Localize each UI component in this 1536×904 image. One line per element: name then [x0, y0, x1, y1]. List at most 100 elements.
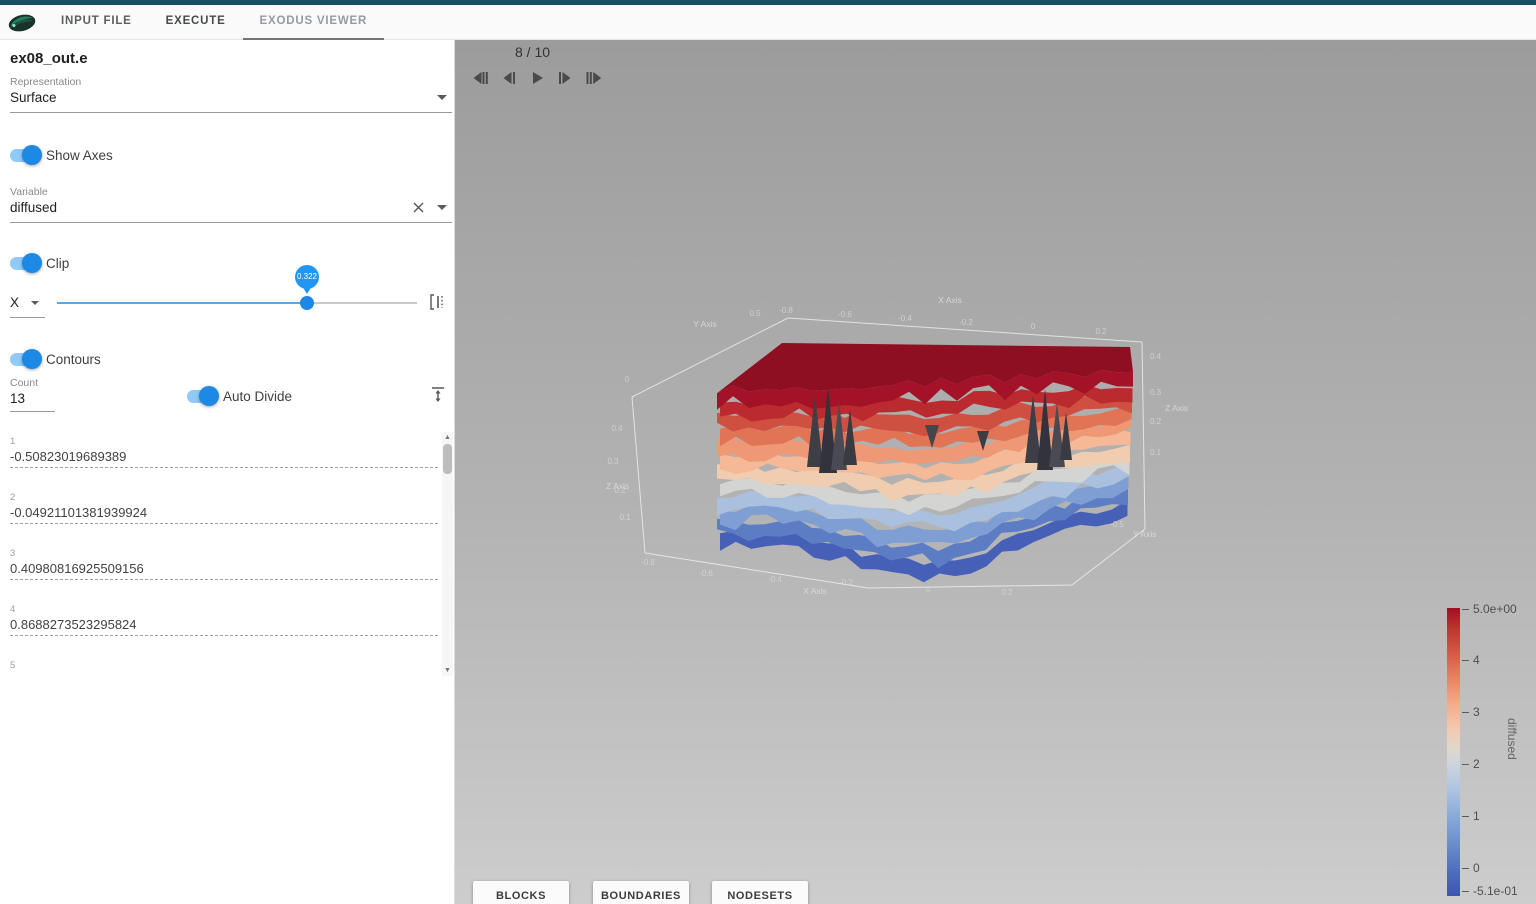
axis-tick: -0.2	[839, 578, 853, 587]
exodus-settings-panel: ex08_out.e Representation Surface Show A…	[0, 40, 455, 904]
axis-tick: -0.8	[641, 558, 655, 567]
clip-slider-fill	[57, 302, 307, 304]
variable-underline	[10, 222, 452, 223]
axis-tick: 0.1	[619, 513, 631, 522]
axis-tick: 0.2	[1001, 588, 1013, 597]
file-name: ex08_out.e	[10, 50, 88, 67]
contour-item: 5	[0, 658, 455, 672]
count-input[interactable]: 13	[10, 391, 25, 406]
contours-toggle[interactable]	[8, 349, 42, 369]
show-axes-toggle[interactable]	[8, 145, 42, 165]
auto-divide-label: Auto Divide	[223, 389, 292, 404]
count-underline	[10, 411, 55, 412]
contour-value-input[interactable]: -0.04921101381939924	[10, 503, 438, 524]
contour-index: 4	[10, 602, 455, 615]
contour-index: 1	[10, 434, 455, 447]
contour-value-input[interactable]: -0.50823019689389	[10, 447, 438, 468]
legend-title: diffused	[1505, 718, 1519, 760]
contour-item: 2 -0.04921101381939924	[0, 490, 455, 546]
previous-frame-button[interactable]	[496, 66, 520, 90]
axis-tick: 0.2	[1150, 417, 1162, 426]
color-legend: 5.0e+00 4 3 2 1 0 -5.1e-01 diffused	[1443, 608, 1536, 904]
colorbar	[1447, 608, 1460, 896]
count-label: Count	[10, 377, 38, 389]
contour-item: 1 -0.50823019689389	[0, 434, 455, 490]
representation-label: Representation	[10, 76, 81, 88]
clip-plane-icon[interactable]	[428, 293, 446, 311]
legend-tick-label: -5.1e-01	[1473, 884, 1518, 898]
render-view-3d[interactable]: X Axis -0.8 -0.6 -0.4 -0.2 0 0.2 Y Axis …	[605, 285, 1205, 635]
clip-slider-thumb[interactable]	[300, 296, 314, 310]
boundaries-button[interactable]: BOUNDARIES	[593, 881, 689, 904]
x-axis-label-bottom: X Axis	[803, 586, 827, 596]
axis-tick: 0.1	[1150, 448, 1162, 457]
legend-tick-label: 1	[1473, 809, 1480, 823]
axis-tick: -0.4	[898, 314, 912, 323]
clip-axis-select[interactable]: X	[10, 295, 19, 310]
axis-tick: 0	[625, 375, 630, 384]
axis-tick: -0.2	[959, 318, 973, 327]
legend-tick-label: 3	[1473, 705, 1480, 719]
contour-values-list: 1 -0.50823019689389 2 -0.049211013819399…	[0, 434, 455, 672]
x-axis-label-top: X Axis	[938, 295, 962, 305]
clear-variable-icon[interactable]	[412, 201, 425, 214]
axis-tick: 0	[1031, 322, 1036, 331]
tab-execute[interactable]: EXECUTE	[149, 5, 243, 40]
axis-tick: 0.2	[1095, 327, 1107, 336]
clip-axis-underline	[10, 317, 45, 318]
legend-tick-label: 2	[1473, 757, 1480, 771]
chevron-down-icon[interactable]	[437, 205, 447, 210]
axis-tick: 0.4	[611, 424, 623, 433]
clip-toggle[interactable]	[8, 253, 42, 273]
z-axis-label-left: Z Axis	[606, 481, 629, 491]
y-axis-label: Y Axis	[693, 319, 716, 329]
axis-tick: 0.4	[1150, 352, 1162, 361]
frame-indicator: 8 / 10	[515, 44, 550, 60]
scroll-down-icon[interactable]: ▼	[442, 665, 453, 676]
legend-tick-label: 4	[1473, 653, 1480, 667]
chevron-down-icon[interactable]	[31, 301, 39, 305]
contour-value-input[interactable]: 0.40980816925509156	[10, 559, 438, 580]
last-frame-button[interactable]	[583, 66, 607, 90]
representation-select[interactable]: Surface	[10, 90, 57, 105]
scrollbar-thumb[interactable]	[443, 444, 452, 474]
playback-controls	[467, 66, 607, 90]
auto-divide-range-icon[interactable]	[430, 386, 446, 403]
contour-index: 5	[10, 658, 455, 671]
peacock-logo	[6, 11, 38, 35]
nodesets-button[interactable]: NODESETS	[712, 881, 808, 904]
axis-tick: 0.3	[607, 457, 619, 466]
first-frame-button[interactable]	[467, 66, 491, 90]
play-button[interactable]	[525, 66, 549, 90]
contours-label: Contours	[46, 352, 101, 367]
show-axes-label: Show Axes	[46, 148, 113, 163]
contour-item: 4 0.8688273523295824	[0, 602, 455, 658]
next-frame-button[interactable]	[554, 66, 578, 90]
axis-tick: -0.4	[768, 575, 782, 584]
variable-select[interactable]: diffused	[10, 200, 57, 215]
y-axis-label-right: Y Axis	[1133, 529, 1156, 539]
contour-surface-layers	[717, 343, 1133, 582]
axis-tick: -0.5	[1110, 520, 1124, 529]
tab-exodus-viewer[interactable]: EXODUS VIEWER	[243, 5, 385, 40]
axis-tick: -0.6	[838, 310, 852, 319]
variable-label: Variable	[10, 186, 48, 198]
legend-tick-label: 5.0e+00	[1473, 602, 1517, 616]
scroll-up-icon[interactable]: ▲	[442, 432, 453, 443]
contour-item: 3 0.40980816925509156	[0, 546, 455, 602]
contour-list-scrollbar[interactable]: ▲ ▼	[442, 432, 453, 676]
axis-tick: -0.8	[779, 306, 793, 315]
chevron-down-icon[interactable]	[437, 95, 447, 100]
main-tabs: INPUT FILE EXECUTE EXODUS VIEWER	[44, 5, 384, 40]
render-viewport[interactable]: 8 / 10	[455, 40, 1536, 904]
contour-value-input[interactable]: 0.8688273523295824	[10, 615, 438, 636]
clip-label: Clip	[46, 256, 69, 271]
tab-input-file[interactable]: INPUT FILE	[44, 5, 149, 40]
contour-index: 3	[10, 546, 455, 559]
blocks-button[interactable]: BLOCKS	[473, 881, 569, 904]
representation-underline	[10, 112, 452, 113]
axis-tick: -0.6	[699, 569, 713, 578]
app-header: INPUT FILE EXECUTE EXODUS VIEWER	[0, 5, 1536, 40]
auto-divide-toggle[interactable]	[185, 386, 219, 406]
axis-tick: 0.5	[749, 309, 761, 318]
